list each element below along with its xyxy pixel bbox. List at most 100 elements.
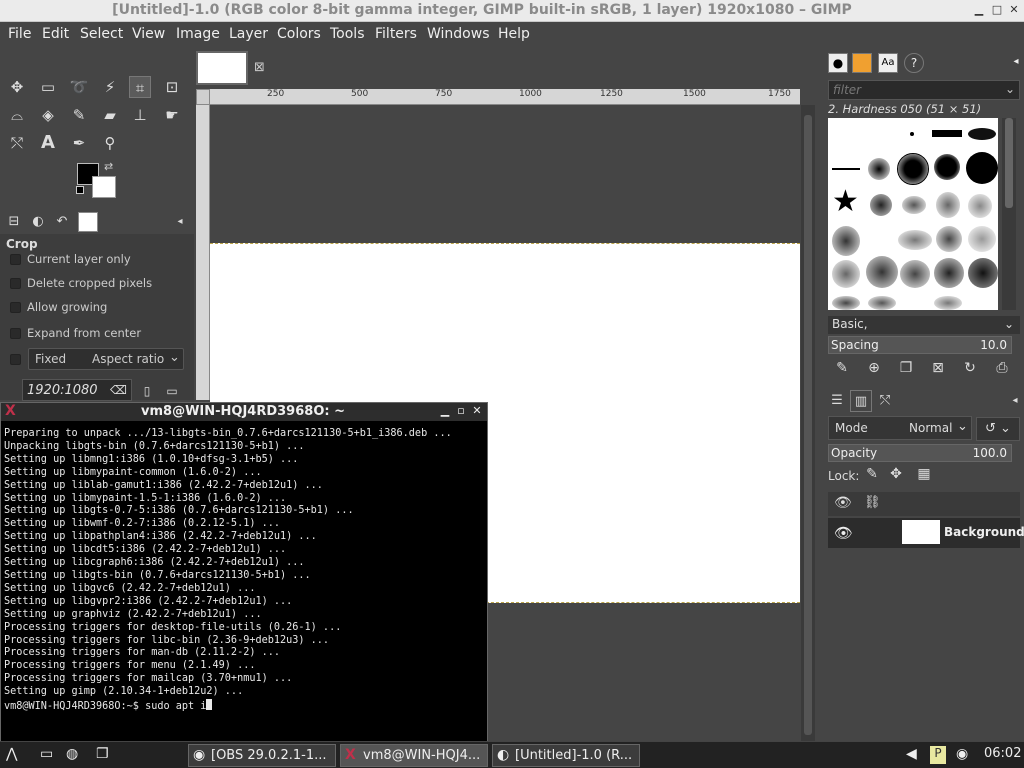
- delete-cropped-checkbox[interactable]: [10, 278, 21, 289]
- new-brush-icon[interactable]: ⊕: [864, 358, 884, 378]
- bucket-fill-tool-icon[interactable]: ◈: [37, 104, 59, 126]
- brush-item[interactable]: [968, 258, 998, 288]
- start-menu-icon[interactable]: ⋀: [6, 746, 17, 762]
- brush-item[interactable]: [832, 226, 860, 256]
- landscape-icon[interactable]: ▭: [162, 380, 182, 400]
- scrollbar-thumb[interactable]: [804, 115, 812, 735]
- menu-filters[interactable]: Filters: [375, 26, 417, 42]
- brush-item[interactable]: [966, 152, 998, 184]
- brush-item[interactable]: [897, 153, 929, 185]
- terminal-prompt[interactable]: vm8@WIN-HQJ4RD3968O:~$ sudo apt i: [4, 699, 486, 714]
- aspect-ratio-input[interactable]: 1920:1080 ⌫: [22, 379, 132, 401]
- lock-pixels-icon[interactable]: ✎: [862, 466, 882, 486]
- scrollbar-thumb[interactable]: [1005, 118, 1013, 208]
- crop-tool-icon[interactable]: ⌗: [129, 76, 151, 98]
- portrait-icon[interactable]: ▯: [138, 380, 156, 400]
- opacity-slider[interactable]: Opacity 100.0: [828, 444, 1012, 462]
- close-icon[interactable]: ✕: [1007, 3, 1021, 17]
- paths-tab-icon[interactable]: ⤲: [874, 390, 896, 412]
- volume-icon[interactable]: ◀: [906, 746, 917, 762]
- layers-tab-icon[interactable]: ☰: [826, 390, 848, 412]
- image-tab-close-icon[interactable]: ⊠: [254, 60, 265, 75]
- brush-item[interactable]: [866, 256, 898, 288]
- zoom-tool-icon[interactable]: ⚲: [99, 132, 121, 154]
- warp-tool-icon[interactable]: ⌓: [6, 104, 28, 126]
- paths-tool-icon[interactable]: ⤲: [6, 132, 28, 154]
- minimize-icon[interactable]: ▁: [439, 404, 451, 418]
- brush-item[interactable]: [934, 258, 964, 288]
- images-tab-icon[interactable]: [78, 212, 98, 232]
- clone-tool-icon[interactable]: ⊥: [129, 104, 151, 126]
- brush-item[interactable]: [968, 226, 996, 252]
- open-brush-image-icon[interactable]: ⎙: [992, 358, 1012, 378]
- move-tool-icon[interactable]: ✥: [6, 76, 28, 98]
- file-manager-icon[interactable]: ❐: [96, 746, 109, 762]
- eraser-tool-icon[interactable]: ▰: [99, 104, 121, 126]
- brush-item[interactable]: [910, 132, 914, 136]
- task-gimp[interactable]: ◐ [Untitled]-1.0 (R...: [492, 744, 640, 767]
- maximize-icon[interactable]: ▫: [455, 404, 467, 418]
- minimize-icon[interactable]: ▁: [972, 3, 986, 17]
- task-obs[interactable]: ◉ [OBS 29.0.2.1-1...: [188, 744, 336, 767]
- rect-select-tool-icon[interactable]: ▭: [37, 76, 59, 98]
- refresh-brushes-icon[interactable]: ↻: [960, 358, 980, 378]
- configure-tab-icon[interactable]: ◂: [1006, 53, 1024, 73]
- menu-select[interactable]: Select: [80, 26, 123, 42]
- brush-filter-input[interactable]: filter ⌄: [828, 80, 1020, 100]
- menu-edit[interactable]: Edit: [42, 26, 69, 42]
- fixed-mode-select[interactable]: Fixed Aspect ratio ⌄: [28, 348, 184, 370]
- menu-view[interactable]: View: [132, 26, 165, 42]
- image-tab-thumbnail[interactable]: [196, 51, 248, 85]
- brush-item[interactable]: [898, 230, 932, 250]
- layer-visibility-icon[interactable]: 👁: [834, 524, 853, 542]
- brush-item[interactable]: [832, 168, 860, 170]
- close-icon[interactable]: ✕: [471, 404, 483, 418]
- brush-item[interactable]: [832, 260, 860, 288]
- task-terminal[interactable]: Xvm8@WIN-HQJ4...: [340, 744, 488, 767]
- brush-item[interactable]: [900, 260, 930, 288]
- color-picker-tool-icon[interactable]: ✒: [68, 132, 90, 154]
- menu-tools[interactable]: Tools: [330, 26, 365, 42]
- smudge-tool-icon[interactable]: ☛: [161, 104, 183, 126]
- brush-item[interactable]: [936, 226, 962, 252]
- lock-alpha-icon[interactable]: ▦: [914, 466, 934, 486]
- brush-item[interactable]: [832, 296, 860, 310]
- brush-item[interactable]: [932, 130, 962, 137]
- reset-mode-icon[interactable]: ↺ ⌄: [976, 417, 1020, 441]
- clear-entry-icon[interactable]: ⌫: [110, 383, 127, 397]
- lasso-tool-icon[interactable]: ➰: [68, 76, 90, 98]
- help-tab-icon[interactable]: ?: [904, 53, 924, 73]
- text-tool-icon[interactable]: A: [37, 132, 59, 154]
- lock-position-icon[interactable]: ✥: [886, 466, 906, 486]
- brush-item[interactable]: ★: [832, 187, 862, 218]
- terminal-window[interactable]: X vm8@WIN-HQJ4RD3968O: ~ ▁ ▫ ✕ Preparing…: [0, 402, 488, 745]
- brush-item[interactable]: [868, 296, 896, 310]
- duplicate-brush-icon[interactable]: ❐: [896, 358, 916, 378]
- canvas-vertical-scrollbar[interactable]: [801, 105, 815, 745]
- brushes-tab-icon[interactable]: ●: [828, 53, 848, 73]
- default-colors-icon[interactable]: [76, 186, 84, 194]
- browser-icon[interactable]: ◍: [66, 746, 78, 762]
- patterns-tab-icon[interactable]: [852, 53, 872, 73]
- terminal-titlebar[interactable]: X vm8@WIN-HQJ4RD3968O: ~ ▁ ▫ ✕: [1, 403, 487, 421]
- menu-colors[interactable]: Colors: [277, 26, 321, 42]
- brush-tag-select[interactable]: Basic, ⌄: [828, 316, 1020, 334]
- expand-from-center-checkbox[interactable]: [10, 328, 21, 339]
- menu-file[interactable]: File: [8, 26, 31, 42]
- menu-windows[interactable]: Windows: [427, 26, 490, 42]
- fixed-checkbox[interactable]: [10, 354, 21, 365]
- brush-item[interactable]: [968, 194, 992, 218]
- undo-history-tab-icon[interactable]: ↶: [52, 212, 72, 232]
- horizontal-ruler[interactable]: 250 500 750 1000 1250 1500 1750: [210, 89, 800, 105]
- configure-tab-icon[interactable]: ◂: [1004, 390, 1024, 412]
- vertical-ruler[interactable]: [196, 105, 210, 400]
- obs-tray-icon[interactable]: ◉: [956, 746, 968, 762]
- configure-tab-icon[interactable]: ◂: [170, 212, 190, 232]
- brush-item[interactable]: [868, 158, 890, 180]
- menu-layer[interactable]: Layer: [229, 26, 268, 42]
- brush-item[interactable]: [936, 192, 960, 218]
- layer-mode-select[interactable]: Mode Normal ⌄: [828, 416, 972, 440]
- ruler-corner[interactable]: [196, 89, 210, 105]
- device-status-tab-icon[interactable]: ◐: [28, 212, 48, 232]
- terminal-output[interactable]: Preparing to unpack .../13-libgts-bin_0.…: [4, 428, 486, 714]
